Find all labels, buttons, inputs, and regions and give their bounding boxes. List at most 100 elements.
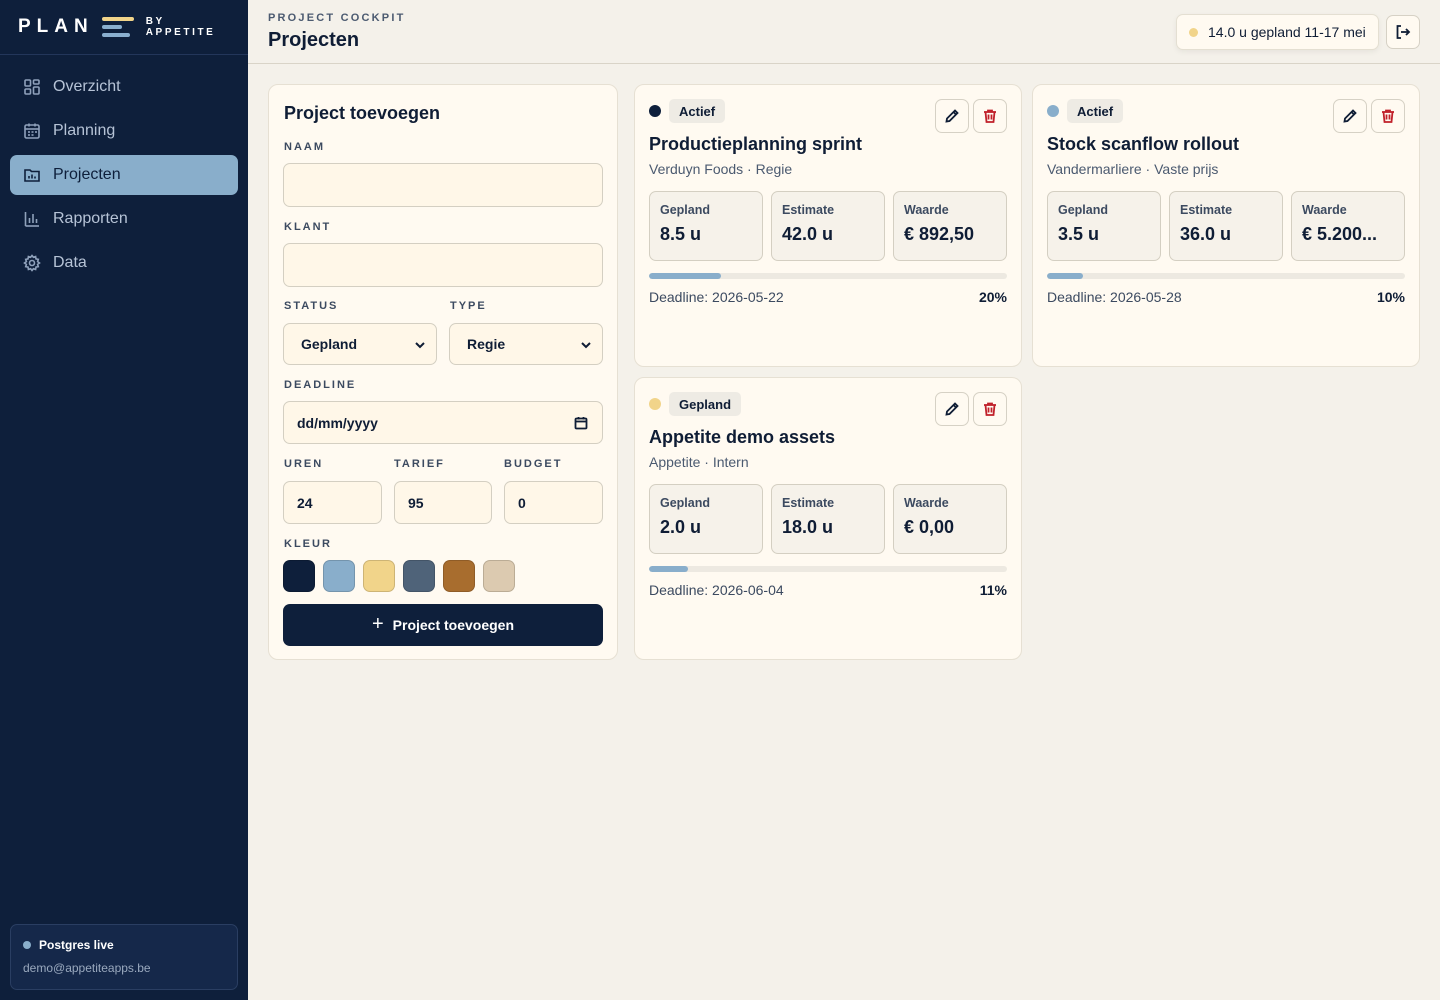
sidebar-item-rapporten[interactable]: Rapporten — [10, 199, 238, 239]
bar-chart-icon — [24, 212, 39, 227]
status-select[interactable]: Gepland — [283, 323, 437, 365]
pencil-icon — [1343, 109, 1357, 123]
progress-fill — [1047, 273, 1083, 279]
stat-label: Waarde — [904, 203, 949, 217]
calendar-picker-icon[interactable] — [574, 416, 588, 430]
calendar-icon — [24, 123, 40, 139]
connection-status-panel: Postgres live demo@appetiteapps.be — [10, 924, 238, 990]
delete-button[interactable] — [973, 99, 1007, 133]
color-swatch-6[interactable] — [483, 560, 515, 592]
trash-icon — [984, 402, 996, 416]
grid-icon — [24, 79, 40, 95]
deadline-input[interactable]: dd/mm/yyyy — [283, 401, 603, 444]
sidebar-item-label: Overzicht — [53, 78, 121, 95]
brand-name: PLAN — [18, 16, 94, 37]
sidebar-item-label: Data — [53, 254, 87, 271]
stat-estimate: Estimate 42.0 u — [771, 191, 885, 261]
project-card[interactable]: Gepland Appetite demo assets Appetite · … — [634, 377, 1022, 660]
tarief-input[interactable]: 95 — [394, 481, 492, 524]
stat-label: Waarde — [1302, 203, 1347, 217]
brand-bars-icon — [101, 17, 134, 37]
type-select-value: Regie — [467, 336, 506, 352]
type-select[interactable]: Regie — [449, 323, 603, 365]
color-swatch-3[interactable] — [363, 560, 395, 592]
week-summary-badge[interactable]: 14.0 u gepland 11-17 mei — [1176, 14, 1379, 50]
sidebar: PLAN BY APPETITE Overzicht Planning Proj… — [0, 0, 248, 1000]
stat-value: 18.0 u — [782, 517, 834, 537]
stat-label: Gepland — [660, 496, 711, 510]
stat-label: Gepland — [1058, 203, 1109, 217]
color-swatch-1[interactable] — [283, 560, 315, 592]
sidebar-item-planning[interactable]: Planning — [10, 111, 238, 151]
user-email: demo@appetiteapps.be — [23, 961, 151, 975]
stat-gepland: Gepland 8.5 u — [649, 191, 763, 261]
sidebar-item-data[interactable]: Data — [10, 243, 238, 283]
status-label: STATUS — [284, 300, 339, 312]
stat-label: Estimate — [782, 496, 835, 510]
brand-logo[interactable]: PLAN BY APPETITE — [0, 0, 248, 55]
stat-gepland: Gepland 3.5 u — [1047, 191, 1161, 261]
project-deadline: Deadline: 2026-05-28 — [1047, 289, 1182, 305]
plus-icon: + — [371, 612, 384, 635]
edit-button[interactable] — [1333, 99, 1367, 133]
progress-fill — [649, 273, 721, 279]
kleur-label: KLEUR — [284, 538, 332, 550]
trash-icon — [984, 109, 996, 123]
klant-input[interactable] — [283, 243, 603, 287]
project-card[interactable]: Actief Productieplanning sprint Verduyn … — [634, 84, 1022, 367]
form-title: Project toevoegen — [284, 103, 441, 123]
deadline-label: DEADLINE — [284, 379, 357, 391]
folder-chart-icon — [24, 169, 40, 182]
naam-input[interactable] — [283, 163, 603, 207]
add-project-form: Project toevoegen NAAM KLANT STATUS Gepl… — [268, 84, 618, 660]
project-percent: 20% — [978, 289, 1007, 305]
status-select-value: Gepland — [301, 336, 358, 352]
edit-button[interactable] — [935, 99, 969, 133]
progress-bar — [649, 273, 1007, 279]
klant-label: KLANT — [284, 221, 332, 233]
color-swatch-4[interactable] — [403, 560, 435, 592]
db-status-text: Postgres live — [39, 938, 114, 952]
uren-input[interactable]: 24 — [283, 481, 382, 524]
logout-button[interactable] — [1386, 15, 1420, 49]
week-status-dot — [1189, 27, 1198, 37]
stat-waarde: Waarde € 5.200... — [1291, 191, 1405, 261]
project-color-dot — [649, 398, 661, 410]
stat-value: 3.5 u — [1058, 224, 1100, 244]
project-card[interactable]: Actief Stock scanflow rollout Vandermarl… — [1032, 84, 1420, 367]
stat-value: 42.0 u — [782, 224, 834, 244]
deadline-placeholder: dd/mm/yyyy — [297, 414, 378, 431]
progress-bar — [1047, 273, 1405, 279]
color-swatch-5[interactable] — [443, 560, 475, 592]
stat-waarde: Waarde € 0,00 — [893, 484, 1007, 554]
project-subtitle: Verduyn Foods · Regie — [649, 161, 793, 177]
sidebar-item-label: Rapporten — [53, 210, 128, 227]
edit-button[interactable] — [935, 392, 969, 426]
status-dot — [23, 941, 31, 949]
stat-value: € 892,50 — [904, 224, 975, 244]
add-project-button[interactable]: + Project toevoegen — [283, 604, 603, 646]
sidebar-item-projecten[interactable]: Projecten — [10, 155, 238, 195]
page-title: Projecten — [268, 29, 360, 51]
budget-label: BUDGET — [504, 458, 563, 470]
project-percent: 10% — [1376, 289, 1405, 305]
sidebar-item-overzicht[interactable]: Overzicht — [10, 67, 238, 107]
stat-waarde: Waarde € 892,50 — [893, 191, 1007, 261]
project-subtitle: Vandermarliere · Vaste prijs — [1047, 161, 1219, 177]
stat-label: Estimate — [782, 203, 835, 217]
project-title: Appetite demo assets — [649, 427, 836, 447]
project-title: Stock scanflow rollout — [1047, 134, 1240, 154]
budget-input[interactable]: 0 — [504, 481, 603, 524]
project-title: Productieplanning sprint — [649, 134, 863, 154]
tarief-label: TARIEF — [394, 458, 445, 470]
color-swatch-2[interactable] — [323, 560, 355, 592]
brand-by: BY — [145, 16, 165, 27]
stat-label: Estimate — [1180, 203, 1233, 217]
project-color-dot — [649, 105, 661, 117]
chevron-down-icon — [581, 342, 591, 349]
delete-button[interactable] — [973, 392, 1007, 426]
status-badge: Gepland — [669, 392, 742, 416]
delete-button[interactable] — [1371, 99, 1405, 133]
sidebar-item-label: Projecten — [53, 166, 121, 183]
sidebar-nav: Overzicht Planning Projecten Rapporten D… — [0, 55, 248, 283]
